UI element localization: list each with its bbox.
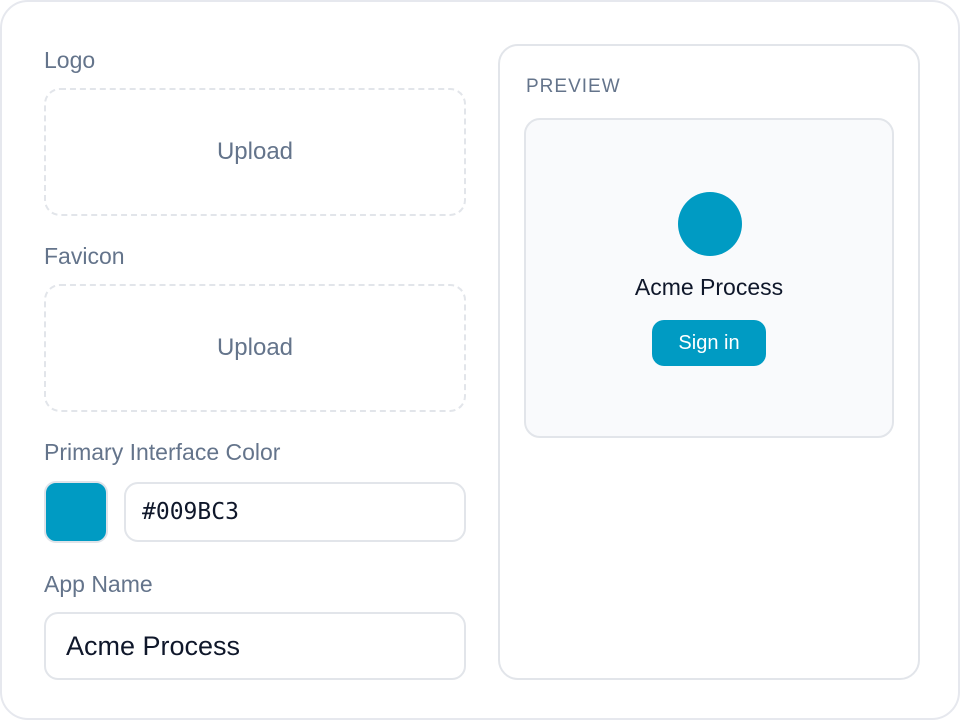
logo-label: Logo <box>44 47 96 73</box>
color-hex-input[interactable] <box>124 482 466 542</box>
app-name-input[interactable] <box>44 612 466 680</box>
preview-sign-in-button[interactable]: Sign in <box>652 320 766 366</box>
app-name-label: App Name <box>44 571 153 597</box>
favicon-upload-text: Upload <box>216 334 294 361</box>
favicon-upload-dropzone[interactable]: Upload <box>44 284 466 412</box>
preview-panel: PREVIEW Acme Process Sign in <box>498 44 920 680</box>
primary-color-label: Primary Interface Color <box>44 439 281 465</box>
logo-upload-dropzone[interactable]: Upload <box>44 88 466 216</box>
branding-settings-card: Logo Upload Favicon Upload Primary Inter… <box>0 0 960 720</box>
preview-app-name: Acme Process <box>634 274 784 300</box>
logo-upload-text: Upload <box>216 138 294 165</box>
preview-login-box: Acme Process Sign in <box>524 118 894 438</box>
preview-title: PREVIEW <box>526 76 621 97</box>
favicon-label: Favicon <box>44 243 125 269</box>
color-swatch[interactable] <box>44 481 108 543</box>
preview-logo-circle-icon <box>678 192 742 256</box>
